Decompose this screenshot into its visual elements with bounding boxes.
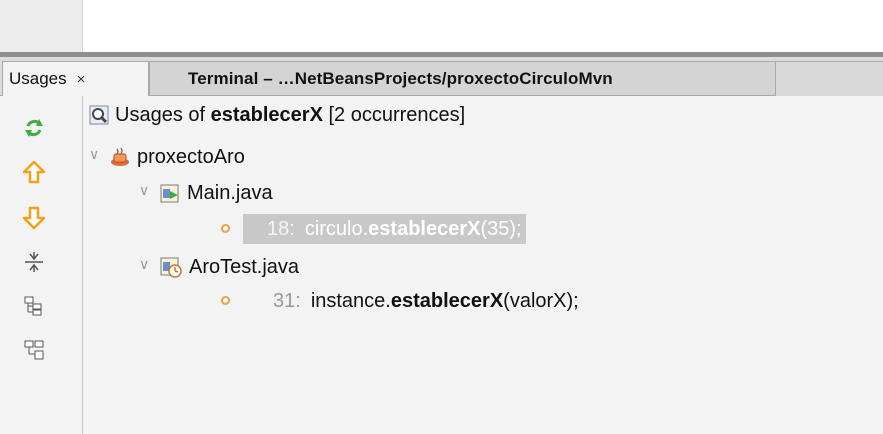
previous-occurrence-icon[interactable] <box>20 158 48 186</box>
project-icon <box>109 146 131 168</box>
usage-code-before: circulo. <box>304 217 369 240</box>
collapse-all-icon[interactable] <box>20 248 48 276</box>
tree-node-file[interactable]: Main.java <box>159 178 273 208</box>
tab-terminal[interactable]: Terminal – …NetBeansProjects/proxectoCir… <box>149 61 776 95</box>
usage-code-symbol: establecerX <box>368 217 481 240</box>
usages-header-suffix: [2 occurrences] <box>322 103 466 126</box>
physical-view-icon[interactable] <box>20 336 48 364</box>
usages-header-prefix: Usages of <box>115 103 211 126</box>
usage-row[interactable]: 31: instance. establecerX (valorX); <box>247 286 579 316</box>
editor-gutter <box>0 0 83 52</box>
tab-usages[interactable]: Usages × <box>2 61 149 96</box>
file-name-main: Main.java <box>187 181 273 204</box>
file-name-arotest: AroTest.java <box>189 255 300 278</box>
close-icon[interactable]: × <box>77 71 86 88</box>
usage-bullet-icon <box>221 296 230 305</box>
chevron-down-icon[interactable]: ∨ <box>139 256 149 273</box>
tab-terminal-label: Terminal – …NetBeansProjects/proxectoCir… <box>188 68 613 88</box>
usage-code-symbol: establecerX <box>390 289 504 312</box>
chevron-down-icon[interactable]: ∨ <box>89 146 99 163</box>
usages-header[interactable]: Usages of establecerX [2 occurrences] <box>89 100 465 130</box>
usage-code-after: (valorX); <box>503 289 579 312</box>
refresh-icon[interactable] <box>20 114 48 142</box>
test-file-icon <box>159 255 183 279</box>
output-tab-bar: Usages × Terminal – …NetBeansProjects/pr… <box>0 57 883 96</box>
usage-line-number: 18: <box>267 217 295 240</box>
project-name: proxectoAro <box>137 145 245 168</box>
editor-area <box>0 0 883 52</box>
usage-bullet-icon <box>221 224 230 233</box>
logical-view-icon[interactable] <box>20 292 48 320</box>
chevron-down-icon[interactable]: ∨ <box>139 182 149 199</box>
usages-tree: Usages of establecerX [2 occurrences] ∨ … <box>83 96 883 434</box>
usage-code-before: instance. <box>310 289 391 312</box>
usage-line-number: 31: <box>273 289 301 312</box>
usage-code-after: (35); <box>480 217 522 240</box>
tab-usages-label: Usages <box>9 69 67 88</box>
search-results-icon <box>89 105 109 125</box>
usage-row-selected[interactable]: 18: circulo. establecerX (35); <box>243 214 526 244</box>
java-file-icon <box>159 182 181 204</box>
tab-bar-filler <box>776 61 883 96</box>
next-occurrence-icon[interactable] <box>20 204 48 232</box>
usages-toolbar <box>0 96 83 434</box>
tree-node-project[interactable]: proxectoAro <box>109 142 245 172</box>
tree-node-file[interactable]: AroTest.java <box>159 252 299 282</box>
usages-header-symbol: establecerX <box>210 103 323 126</box>
